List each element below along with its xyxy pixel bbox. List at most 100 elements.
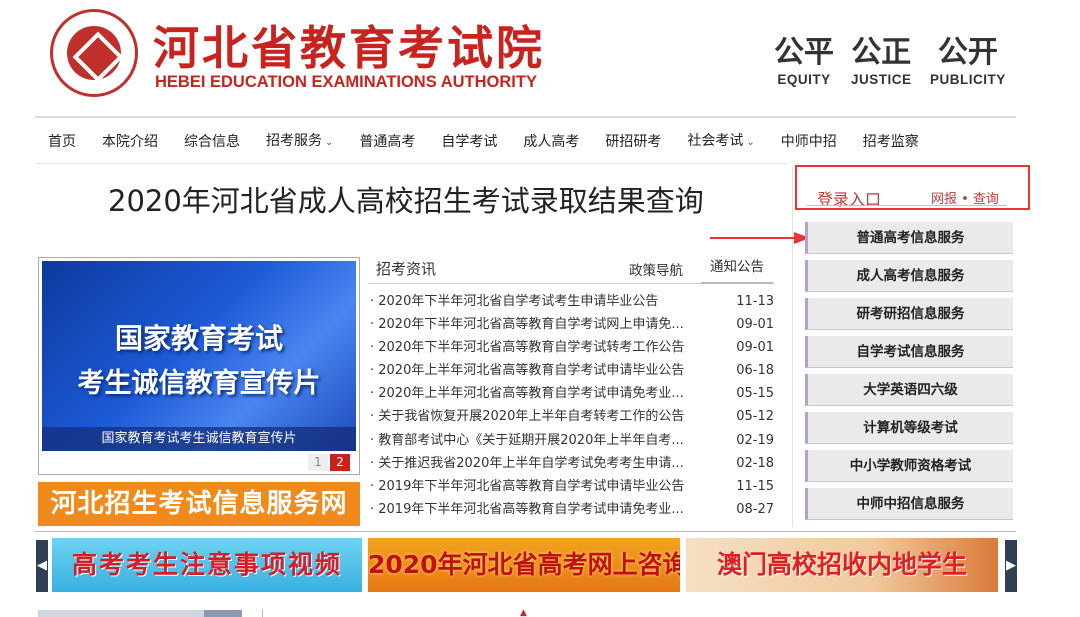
- content-divider: [35, 531, 1016, 532]
- news-title[interactable]: · 2020年下半年河北省高等教育自学考试网上申请免...: [370, 313, 712, 336]
- header-divider: [35, 116, 1016, 118]
- news-title[interactable]: · 2019年下半年河北省高等教育自学考试申请毕业公告: [370, 475, 712, 498]
- slide-page-2[interactable]: 2: [330, 454, 350, 471]
- list-item[interactable]: · 2020年上半年河北省高等教育自学考试申请毕业公告 06-18: [370, 359, 774, 382]
- news-date: 02-19: [736, 432, 774, 448]
- tab-notices[interactable]: 通知公告: [701, 250, 773, 284]
- login-entry-label: 登录入口: [817, 190, 882, 209]
- news-title[interactable]: · 2020年下半年河北省高等教育自学考试转考工作公告: [370, 336, 712, 359]
- list-item[interactable]: · 2019年下半年河北省高等教育自学考试申请免考业... 08-27: [370, 498, 774, 521]
- nav-label: 中师中招: [780, 134, 837, 150]
- service-postgraduate-button[interactable]: 研考研招信息服务: [805, 298, 1013, 330]
- site-logo-title[interactable]: 河北省教育考试院: [153, 12, 545, 78]
- slide-caption[interactable]: 国家教育考试考生诚信教育宣传片: [42, 427, 356, 451]
- motto-equity: 公平 EQUITY: [774, 34, 834, 87]
- lower-section-tab-active: [204, 610, 242, 617]
- lower-section-divider: [262, 610, 263, 617]
- nav-label: 普通高考: [359, 134, 416, 150]
- slide-title-line1: 国家教育考试: [114, 322, 283, 355]
- info-service-banner[interactable]: 河北招生考试信息服务网: [38, 482, 360, 526]
- nav-item-home[interactable]: 首页: [35, 120, 89, 164]
- banner-macau-universities[interactable]: 澳门高校招收内地学生: [686, 538, 998, 592]
- service-computer-exam-button[interactable]: 计算机等级考试: [805, 412, 1013, 444]
- nav-item-secondary[interactable]: 中师中招: [768, 120, 850, 164]
- motto-en: PUBLICITY: [930, 72, 1006, 87]
- news-date: 05-15: [736, 386, 774, 402]
- news-list: · 2020年下半年河北省自学考试考生申请毕业公告 11-13 · 2020年下半…: [370, 290, 774, 521]
- motto-justice: 公正 JUSTICE: [851, 34, 912, 87]
- nav-label: 成人高考: [523, 134, 580, 150]
- list-item[interactable]: · 2020年上半年河北省高等教育自学考试申请免考业... 05-15: [370, 382, 774, 405]
- video-slideshow: 国家教育考试 考生诚信教育宣传片 国家教育考试考生诚信教育宣传片 1 2: [38, 257, 360, 475]
- motto-en: EQUITY: [777, 72, 831, 87]
- nav-label: 招考监察: [862, 134, 919, 150]
- login-entry-box: 登录入口 网报 • 查询: [795, 165, 1030, 210]
- motto-cn: 公正: [851, 35, 912, 70]
- news-date: 09-01: [736, 340, 774, 356]
- nav-item-about[interactable]: 本院介绍: [89, 120, 171, 164]
- news-title[interactable]: · 教育部考试中心《关于延期开展2020年上半年自考...: [370, 429, 712, 452]
- news-date: 05-12: [736, 409, 774, 425]
- motto-cn: 公开: [937, 35, 998, 70]
- sidebar-divider: [792, 165, 793, 527]
- motto-en: JUSTICE: [851, 72, 912, 87]
- nav-label: 首页: [48, 134, 76, 150]
- banner-online-consultation[interactable]: 2020年河北省高考网上咨询大厅: [368, 538, 680, 592]
- nav-item-general-info[interactable]: 综合信息: [171, 120, 253, 164]
- service-cet-button[interactable]: 大学英语四六级: [805, 374, 1013, 406]
- slide-title-line2: 考生诚信教育宣传片: [77, 368, 321, 399]
- slide-pager: 1 2: [306, 454, 350, 471]
- news-date: 06-18: [736, 363, 774, 379]
- news-date: 11-15: [736, 478, 774, 494]
- nav-divider: [35, 163, 788, 164]
- service-secondary-button[interactable]: 中师中招信息服务: [805, 488, 1013, 520]
- nav-item-supervision[interactable]: 招考监察: [850, 120, 932, 164]
- chevron-down-icon: ⌄: [325, 137, 334, 148]
- service-teacher-cert-button[interactable]: 中小学教师资格考试: [805, 450, 1013, 482]
- motto-cn: 公平: [774, 35, 834, 70]
- service-self-study-button[interactable]: 自学考试信息服务: [805, 336, 1013, 368]
- chevron-down-icon: ⌄: [746, 137, 755, 148]
- tab-exam-news[interactable]: 招考资讯: [376, 258, 436, 279]
- nav-item-exam-services[interactable]: 招考服务 ⌄: [253, 119, 346, 165]
- carousel-next-icon[interactable]: ▶: [1005, 540, 1017, 592]
- slide-image[interactable]: 国家教育考试 考生诚信教育宣传片 国家教育考试考生诚信教育宣传片: [42, 261, 356, 451]
- list-item[interactable]: · 关于我省恢复开展2020年上半年自考转考工作的公告 05-12: [370, 405, 774, 428]
- news-tabs: 招考资讯 政策导航 通知公告: [368, 250, 774, 284]
- news-date: 02-18: [736, 455, 774, 471]
- banner-gaokao-video[interactable]: 高考考生注意事项视频: [52, 538, 362, 592]
- list-item[interactable]: · 2020年下半年河北省高等教育自学考试转考工作公告 09-01: [370, 336, 774, 359]
- list-item[interactable]: · 2020年下半年河北省高等教育自学考试网上申请免... 09-01: [370, 313, 774, 336]
- list-item[interactable]: · 关于推迟我省2020年上半年自学考试免考考生申请... 02-18: [370, 452, 774, 475]
- authority-seal-logo[interactable]: [50, 9, 138, 97]
- news-date: 11-13: [736, 294, 774, 309]
- page: 河北省教育考试院 HEBEI EDUCATION EXAMINATIONS AU…: [0, 0, 1080, 617]
- carousel-prev-icon[interactable]: ◀: [36, 540, 48, 592]
- nav-label: 社会考试: [687, 133, 744, 149]
- news-title[interactable]: · 关于我省恢复开展2020年上半年自考转考工作的公告: [370, 405, 712, 428]
- decoration-icon: ▲: [520, 608, 527, 617]
- news-title[interactable]: · 2020年上半年河北省高等教育自学考试申请免考业...: [370, 382, 712, 405]
- list-item[interactable]: · 2020年下半年河北省自学考试考生申请毕业公告 11-13: [370, 290, 774, 313]
- nav-item-adult-exam[interactable]: 成人高考: [510, 120, 592, 164]
- news-title[interactable]: · 2020年下半年河北省自学考试考生申请毕业公告: [370, 290, 712, 313]
- nav-item-gaokao[interactable]: 普通高考: [346, 120, 428, 164]
- nav-item-social-exam[interactable]: 社会考试 ⌄: [674, 119, 767, 165]
- news-title[interactable]: · 2020年上半年河北省高等教育自学考试申请毕业公告: [370, 359, 712, 382]
- news-title[interactable]: · 关于推迟我省2020年上半年自学考试免考考生申请...: [370, 452, 712, 475]
- slide-page-1[interactable]: 1: [308, 454, 328, 471]
- nav-label: 本院介绍: [102, 134, 158, 150]
- service-adult-exam-button[interactable]: 成人高考信息服务: [805, 260, 1013, 292]
- nav-item-postgraduate[interactable]: 研招研考: [592, 120, 674, 164]
- nav-item-self-study[interactable]: 自学考试: [428, 120, 510, 164]
- news-title[interactable]: · 2019年下半年河北省高等教育自学考试申请免考业...: [370, 498, 712, 521]
- nav-label: 综合信息: [184, 134, 240, 150]
- list-item[interactable]: · 教育部考试中心《关于延期开展2020年上半年自考... 02-19: [370, 429, 774, 452]
- site-header: 河北省教育考试院 HEBEI EDUCATION EXAMINATIONS AU…: [0, 0, 1080, 112]
- nav-label: 招考服务: [266, 133, 322, 149]
- nav-label: 自学考试: [441, 134, 498, 150]
- motto-publicity: 公开 PUBLICITY: [930, 34, 1006, 87]
- tab-policy[interactable]: 政策导航: [629, 259, 683, 279]
- list-item[interactable]: · 2019年下半年河北省高等教育自学考试申请毕业公告 11-15: [370, 475, 774, 498]
- service-gaokao-button[interactable]: 普通高考信息服务: [805, 222, 1013, 254]
